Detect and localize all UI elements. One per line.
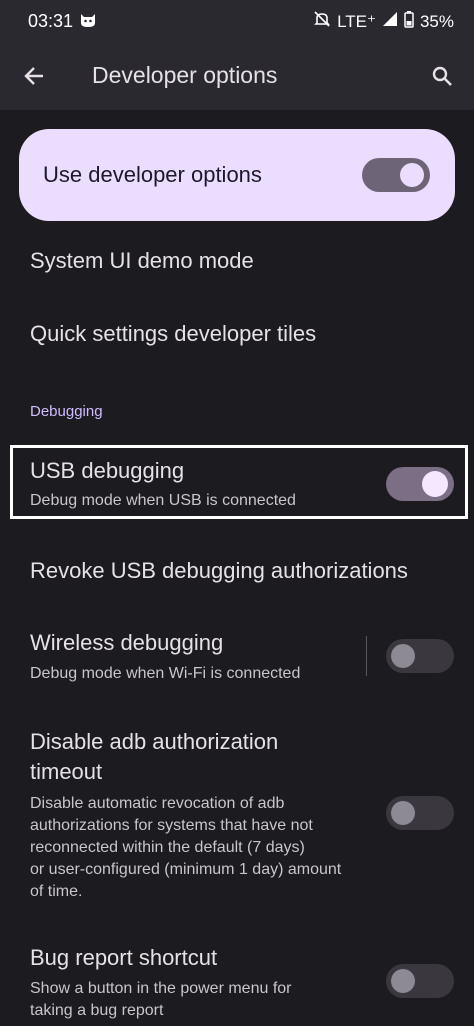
cat-icon [78,10,98,30]
switch-thumb [400,163,424,187]
adb-timeout-subtitle-line: reconnected within the default (7 days) [30,839,305,856]
signal-icon [382,11,398,32]
switch-thumb [391,644,415,668]
adb-timeout-subtitle-line: Disable automatic revocation of adb [30,795,285,812]
usb-debugging-switch[interactable] [386,467,454,501]
bug-report-shortcut-switch[interactable] [386,964,454,998]
adb-timeout-subtitle-line: of time. [30,883,83,900]
adb-timeout-subtitle-line: or user-configured (minimum 1 day) amoun… [30,861,342,878]
wireless-divider [366,636,367,676]
back-arrow-icon [24,67,43,85]
revoke-usb-authorizations-item[interactable]: Revoke USB debugging authorizations [30,558,408,584]
wireless-debugging-subtitle: Debug mode when Wi-Fi is connected [30,665,301,682]
wireless-debugging-title[interactable]: Wireless debugging [30,630,223,656]
debugging-section-header: Debugging [30,403,103,420]
adb-timeout-subtitle-line: authorizations for systems that have not [30,817,313,834]
app-bar: Developer options [0,40,474,110]
network-type: LTE⁺ [337,11,376,31]
battery-icon [404,10,414,33]
status-bar: 03:31 LTE⁺ 35% [0,0,474,40]
battery-percent: 35% [419,11,454,31]
wireless-debugging-switch[interactable] [386,639,454,673]
use-developer-options-switch[interactable] [362,158,430,192]
adb-timeout-title-line1[interactable]: Disable adb authorization [30,729,278,755]
adb-timeout-title-line2[interactable]: timeout [30,759,102,785]
search-icon [432,66,452,86]
usb-debugging-subtitle: Debug mode when USB is connected [30,492,296,509]
usb-debugging-title[interactable]: USB debugging [30,458,184,484]
switch-thumb [391,801,415,825]
search-button[interactable] [426,60,458,92]
switch-thumb [391,969,415,993]
mute-icon [313,10,331,33]
switch-thumb [422,471,448,497]
bug-report-subtitle-line: taking a bug report [30,1002,164,1019]
system-ui-demo-mode-item[interactable]: System UI demo mode [30,248,254,274]
bug-report-subtitle-line: Show a button in the power menu for [30,980,292,997]
back-button[interactable] [18,60,50,92]
status-time: 03:31 [28,11,74,31]
use-developer-options-label: Use developer options [43,162,262,187]
page-title: Developer options [92,62,278,88]
bug-report-shortcut-title[interactable]: Bug report shortcut [30,945,217,971]
adb-timeout-switch[interactable] [386,796,454,830]
use-developer-options-card[interactable]: Use developer options [19,129,455,221]
quick-settings-tiles-item[interactable]: Quick settings developer tiles [30,321,316,347]
status-right: LTE⁺ 35% [313,10,454,33]
